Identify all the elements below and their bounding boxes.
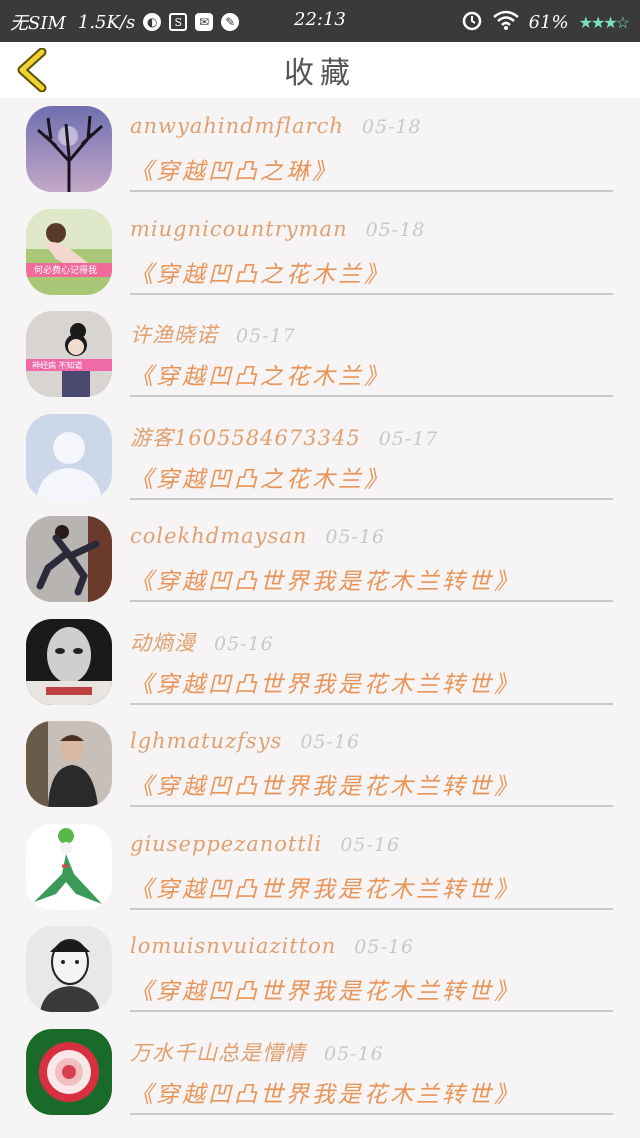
battery-percent: 61% [528,12,569,33]
favorites-list: anwyahindmflarch 05-18 《穿越凹凸之琳》 何必费心记得我 m… [0,98,640,1138]
favorite-username: giuseppezanottli [130,831,323,856]
divider [130,702,613,705]
favorite-book-title: 《穿越凹凸世界我是花木兰转世》 [130,979,520,1005]
divider [130,497,613,500]
user-avatar [26,823,112,910]
favorite-book-title: 《穿越凹凸世界我是花木兰转世》 [130,569,520,595]
favorite-book-title: 《穿越凹凸世界我是花木兰转世》 [130,774,520,800]
user-avatar [26,106,112,192]
favorite-book-title: 《穿越凹凸世界我是花木兰转世》 [130,876,520,903]
favorite-date: 05-16 [324,1042,384,1065]
status-bar: 无SIM 1.5K/s ◐ S ✉ ✎ 22:13 61% ★★★☆ [0,0,640,42]
svg-text:神经病 不知道: 神经病 不知道 [32,360,83,370]
favorite-book-title: 《穿越凹凸世界我是花木兰转世》 [130,1081,520,1108]
divider [130,805,613,807]
favorite-username: colekhdmaysan [130,524,308,548]
favorite-item[interactable]: giuseppezanottli 05-16 《穿越凹凸世界我是花木兰转世》 [0,816,640,919]
favorite-item[interactable]: colekhdmaysan 05-16 《穿越凹凸世界我是花木兰转世》 [0,508,640,611]
favorite-book-title: 《穿越凹凸之花木兰》 [130,364,390,390]
favorite-date: 05-16 [325,526,386,548]
divider [130,1010,613,1012]
user-avatar [26,413,112,500]
divider [130,600,613,602]
favorite-book-title: 《穿越凹凸之花木兰》 [130,261,390,288]
mail-notification-icon: ✉ [195,13,214,31]
favorite-date: 05-17 [378,427,439,450]
divider [130,1112,613,1115]
svg-text:何必费心记得我: 何必费心记得我 [34,264,97,276]
favorite-username: 许渔晓诺 [130,323,218,347]
favorite-item[interactable]: 游客1605584673345 05-17 《穿越凹凸之花木兰》 [0,406,640,509]
favorite-item[interactable]: anwyahindmflarch 05-18 《穿越凹凸之琳》 [0,98,640,201]
palette-notification-icon: ✎ [221,13,240,31]
favorite-book-title: 《穿越凹凸世界我是花木兰转世》 [130,671,520,698]
carrier-label: 无SIM [10,13,66,34]
favorite-date: 05-16 [300,731,361,753]
header-bar: 收藏 [0,42,640,98]
favorite-item[interactable]: 神经病 不知道 许渔晓诺 05-17 《穿越凹凸之花木兰》 [0,303,640,406]
favorite-date: 05-16 [340,833,401,856]
user-avatar [26,618,112,705]
favorite-item[interactable]: 万水千山总是懵情 05-16 《穿越凹凸世界我是花木兰转世》 [0,1021,640,1124]
favorite-username: 动熵漫 [130,630,196,655]
network-speed: 1.5K/s [77,11,136,33]
page-title: 收藏 [284,56,356,91]
status-right: 61% ★★★☆ [461,9,630,36]
divider [130,292,613,295]
favorite-username: 万水千山总是懵情 [130,1040,306,1065]
divider [130,190,613,192]
favorite-item[interactable]: 何必费心记得我 miugnicountryman 05-18 《穿越凹凸之花木兰》 [0,201,640,304]
wifi-icon [492,10,519,35]
favorite-date: 05-18 [365,218,426,241]
favorite-username: 游客1605584673345 [130,425,361,450]
status-left: 无SIM 1.5K/s ◐ S ✉ ✎ [10,9,240,35]
favorite-book-title: 《穿越凹凸之花木兰》 [130,466,390,493]
favorite-date: 05-16 [214,632,274,655]
favorite-username: miugnicountryman [130,216,348,241]
s-notification-icon: S [169,13,188,31]
favorite-username: lomuisnvuiazitton [130,934,337,958]
user-avatar [26,721,112,807]
user-avatar [26,516,112,602]
user-avatar: 神经病 不知道 [26,311,112,397]
favorite-item[interactable]: lghmatuzfsys 05-16 《穿越凹凸世界我是花木兰转世》 [0,713,640,816]
user-avatar: 何必费心记得我 [26,208,112,295]
user-avatar [26,1028,112,1115]
divider [130,395,613,397]
alarm-icon [461,9,483,36]
favorite-username: lghmatuzfsys [130,729,283,753]
favorite-item[interactable]: 动熵漫 05-16 《穿越凹凸世界我是花木兰转世》 [0,611,640,714]
favorite-date: 05-18 [361,116,422,138]
app-notification-icon: ◐ [143,13,162,31]
clock: 22:13 [294,9,346,30]
favorite-book-title: 《穿越凹凸之琳》 [130,159,338,185]
user-avatar [26,926,112,1012]
favorite-item[interactable]: lomuisnvuiazitton 05-16 《穿越凹凸世界我是花木兰转世》 [0,918,640,1021]
battery-icon: ★★★☆ [578,13,630,32]
favorite-date: 05-16 [354,936,415,958]
favorite-username: anwyahindmflarch [130,114,344,138]
favorite-date: 05-17 [236,325,296,347]
divider [130,907,613,910]
